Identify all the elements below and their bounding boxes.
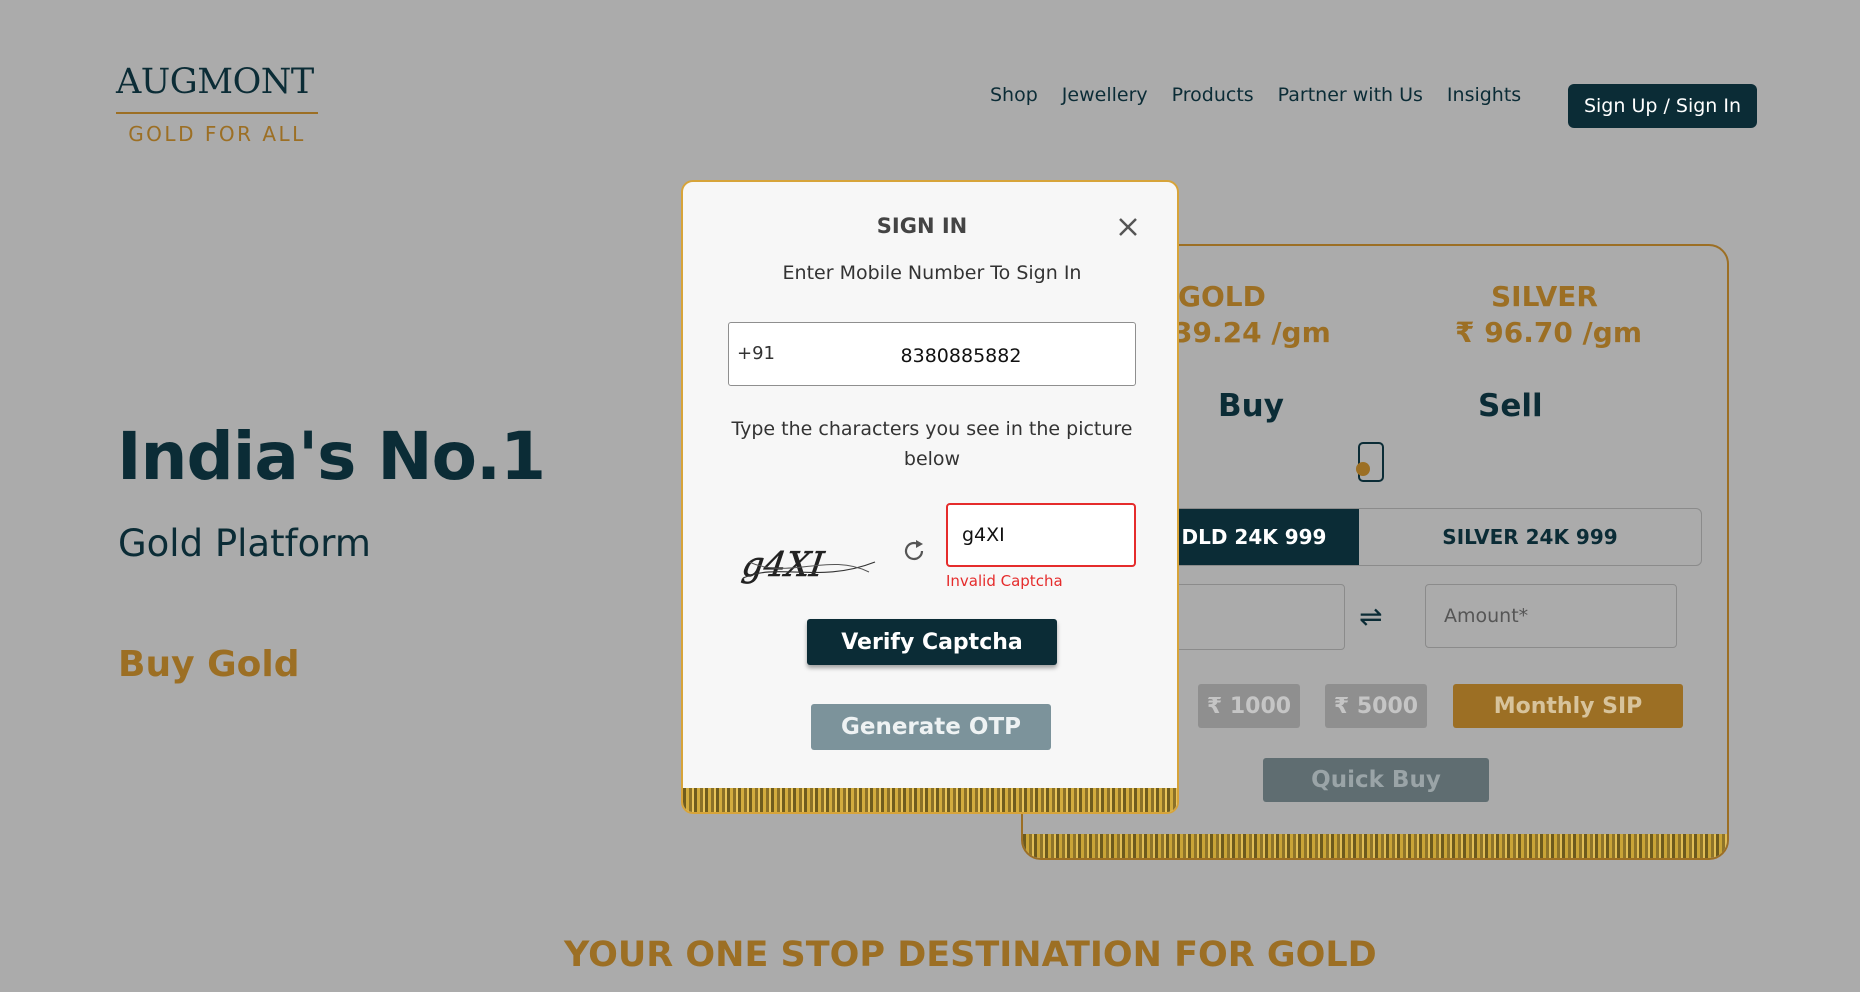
generate-otp-button[interactable]: Generate OTP	[811, 704, 1051, 750]
hero-title: India's No.1	[117, 418, 546, 495]
nav-item-insights[interactable]: Insights	[1447, 84, 1521, 106]
captcha-image: g4XI	[739, 545, 876, 585]
country-code[interactable]: +91	[737, 343, 775, 364]
gold-foil-strip	[1023, 834, 1727, 858]
nav-item-jewellery[interactable]: Jewellery	[1062, 84, 1148, 106]
modal-title: SIGN IN	[876, 214, 968, 238]
logo-divider	[116, 112, 318, 114]
quick-buy-button[interactable]: Quick Buy	[1263, 758, 1489, 802]
tab-sell[interactable]: Sell	[1478, 388, 1543, 424]
monthly-sip-button[interactable]: Monthly SIP	[1453, 684, 1683, 728]
amount-input[interactable]: Amount*	[1425, 584, 1677, 648]
close-icon[interactable]	[1111, 210, 1145, 244]
brand-name: AUGMONT	[116, 62, 314, 102]
captcha-instruction: Type the characters you see in the pictu…	[731, 418, 1133, 470]
silver-price-value: ₹ 96.70 /gm	[1455, 316, 1642, 349]
sign-in-modal: SIGN IN Enter Mobile Number To Sign In +…	[681, 180, 1179, 814]
modal-subtitle: Enter Mobile Number To Sign In	[782, 262, 1082, 284]
toggle-knob	[1356, 462, 1370, 476]
silver-price-label: SILVER	[1491, 280, 1598, 313]
metal-option-silver[interactable]: SILVER 24K 999	[1359, 509, 1701, 565]
swap-arrows-icon[interactable]: ⇌	[1359, 600, 1382, 633]
buy-sell-toggle-icon[interactable]	[1356, 442, 1384, 482]
main-nav: Shop Jewellery Products Partner with Us …	[990, 84, 1757, 128]
nav-item-shop[interactable]: Shop	[990, 84, 1038, 106]
mobile-number-field: +91	[728, 322, 1136, 386]
captcha-input[interactable]	[946, 503, 1136, 567]
brand-tagline: GOLD FOR ALL	[128, 122, 306, 146]
mobile-number-input[interactable]	[809, 333, 1113, 379]
preset-1000-button[interactable]: ₹ 1000	[1198, 684, 1300, 728]
metal-option-gold[interactable]: DLD 24K 999	[1149, 509, 1359, 565]
gold-foil-strip	[683, 788, 1177, 812]
gold-price-value: 39.24 /gm	[1173, 316, 1331, 349]
refresh-captcha-icon[interactable]	[899, 536, 929, 566]
captcha-error-message: Invalid Captcha	[946, 572, 1063, 590]
preset-5000-button[interactable]: ₹ 5000	[1325, 684, 1427, 728]
nav-item-partner[interactable]: Partner with Us	[1278, 84, 1423, 106]
hero-subtitle: Gold Platform	[118, 522, 371, 565]
gold-price-label: GOLD	[1178, 280, 1266, 313]
tab-buy[interactable]: Buy	[1218, 388, 1284, 424]
verify-captcha-button[interactable]: Verify Captcha	[807, 619, 1057, 665]
brand-logo[interactable]: AUGMONT GOLD FOR ALL	[116, 62, 318, 146]
captcha-image-text: g4XI	[740, 545, 828, 585]
sign-up-sign-in-button[interactable]: Sign Up / Sign In	[1568, 84, 1757, 128]
buy-gold-link[interactable]: Buy Gold	[118, 644, 299, 685]
page-backdrop: AUGMONT GOLD FOR ALL Shop Jewellery Prod…	[0, 0, 1860, 992]
metal-selector: DLD 24K 999 SILVER 24K 999	[1148, 508, 1702, 566]
section-heading: YOUR ONE STOP DESTINATION FOR GOLD	[564, 935, 1377, 975]
nav-item-products[interactable]: Products	[1172, 84, 1254, 106]
